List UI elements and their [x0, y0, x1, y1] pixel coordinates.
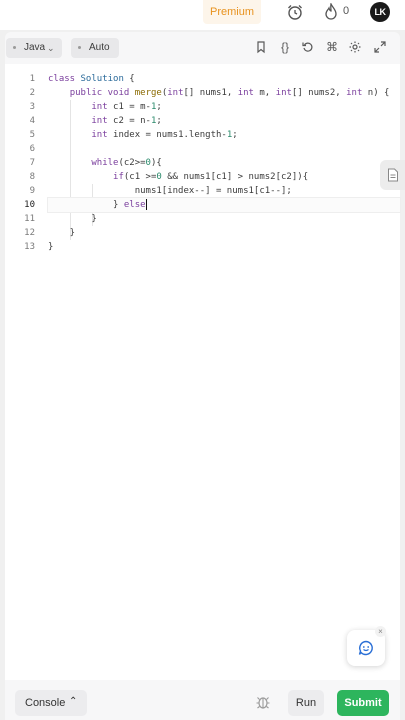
alarm-clock-icon[interactable]	[286, 3, 304, 21]
document-icon	[388, 168, 398, 182]
line-number: 4	[29, 116, 35, 126]
code-line: }	[48, 214, 97, 224]
reset-icon[interactable]	[301, 40, 315, 54]
line-number: 13	[24, 242, 35, 252]
avatar[interactable]: LK	[370, 2, 390, 22]
code-line: int c2 = n-1;	[91, 116, 162, 126]
code-line: int index = nums1.length-1;	[91, 130, 238, 140]
language-label: Java	[24, 42, 46, 53]
braces-icon[interactable]: {}	[278, 40, 292, 54]
line-number: 12	[24, 228, 35, 238]
code-line-current: } else	[47, 197, 401, 213]
side-panel-tab[interactable]	[380, 160, 405, 190]
code-editor[interactable]: 1 2 3 4 5 6 7 8 9 10 11 12 13 class Solu…	[5, 64, 401, 680]
line-number: 7	[29, 158, 35, 168]
top-bar: Premium 0 LK	[0, 0, 405, 28]
fullscreen-icon[interactable]	[373, 40, 387, 54]
chevron-down-icon: ⌄	[47, 43, 55, 53]
code-line: }	[48, 228, 76, 238]
code-line: while(c2>=0){	[91, 158, 162, 168]
editor-toolbar: Java ⌄ Auto {} ⌘	[5, 32, 400, 64]
line-number: 1	[29, 74, 35, 84]
close-icon[interactable]: ×	[375, 626, 386, 637]
premium-button[interactable]: Premium	[203, 0, 261, 24]
code-line: }	[48, 242, 54, 252]
shortcut-icon[interactable]: ⌘	[325, 40, 339, 54]
code-line: public void merge(int[] nums1, int m, in…	[69, 88, 390, 98]
auto-mode-button[interactable]: Auto	[71, 38, 119, 58]
code-line: class Solution {	[48, 74, 135, 84]
code-lines[interactable]: class Solution { public void merge(int[]…	[47, 72, 401, 254]
code-line: nums1[index--] = nums1[c1--];	[48, 186, 292, 196]
auto-dot-icon	[78, 46, 81, 49]
language-dot-icon	[13, 46, 16, 49]
fire-icon[interactable]	[324, 3, 338, 21]
code-line: int c1 = m-1;	[91, 102, 162, 112]
submit-button[interactable]: Submit	[337, 690, 389, 716]
line-number: 8	[29, 172, 35, 182]
streak-count: 0	[343, 5, 350, 17]
auto-mode-label: Auto	[89, 42, 110, 53]
run-button[interactable]: Run	[288, 690, 324, 716]
line-number: 5	[29, 130, 35, 140]
settings-icon[interactable]	[348, 40, 362, 54]
bookmark-icon[interactable]	[254, 40, 268, 54]
text-cursor	[145, 199, 147, 210]
line-number-gutter: 1 2 3 4 5 6 7 8 9 10 11 12 13	[5, 72, 35, 254]
line-number: 9	[29, 186, 35, 196]
smile-chat-icon	[358, 640, 373, 656]
debug-bug-icon[interactable]	[255, 694, 271, 710]
code-line: if(c1 >=0 && nums1[c1] > nums2[c2]){	[113, 172, 309, 182]
console-button[interactable]: Console ⌃	[15, 690, 87, 716]
line-number: 6	[29, 144, 35, 154]
language-select[interactable]: Java ⌄	[6, 38, 62, 58]
chevron-up-icon: ⌃	[69, 696, 78, 707]
line-number: 2	[29, 88, 35, 98]
line-number: 11	[24, 214, 35, 224]
line-number-current: 10	[24, 200, 35, 210]
line-number: 3	[29, 102, 35, 112]
console-label: Console	[25, 697, 66, 709]
